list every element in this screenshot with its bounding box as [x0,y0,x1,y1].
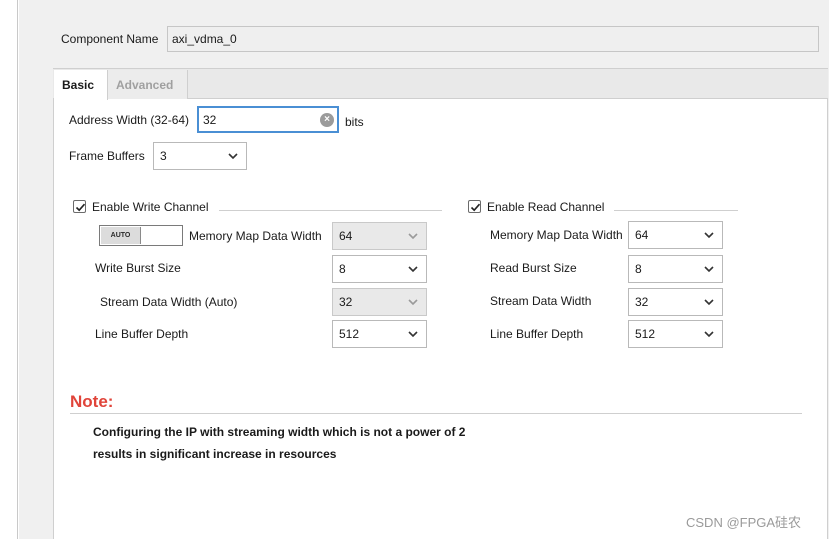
frame-buffers-value: 3 [160,149,167,163]
address-width-unit: bits [345,115,364,129]
write-line-buffer-label: Line Buffer Depth [95,327,189,341]
frame-buffers-label: Frame Buffers [69,149,145,163]
read-memory-map-value: 64 [635,228,649,242]
read-stream-label: Stream Data Width [490,294,592,308]
write-burst-value: 8 [339,262,346,276]
chevron-down-icon [704,264,714,274]
read-line-buffer-select[interactable]: 512 [628,320,723,348]
frame-buffers-select[interactable]: 3 [153,142,247,170]
chevron-down-icon [228,151,238,161]
read-burst-value: 8 [635,262,642,276]
write-burst-label: Write Burst Size [95,261,181,275]
write-channel-checkbox[interactable] [73,200,86,213]
read-channel-label: Enable Read Channel [487,200,605,214]
note-title: Note: [70,392,114,411]
write-memory-map-value: 64 [339,229,353,243]
checkmark-icon [470,203,481,212]
write-channel-divider [219,210,442,211]
address-width-value: 32 [203,113,217,127]
read-burst-select[interactable]: 8 [628,255,723,283]
clear-icon[interactable]: × [320,113,334,127]
read-stream-value: 32 [635,295,649,309]
checkmark-icon [75,203,86,212]
auto-toggle-knob: AUTO [101,227,141,244]
chevron-down-icon [704,329,714,339]
read-channel-checkbox[interactable] [468,200,481,213]
read-burst-label: Read Burst Size [490,261,577,275]
note-text-line-1: Configuring the IP with streaming width … [93,425,466,439]
read-line-buffer-value: 512 [635,327,656,341]
write-line-buffer-value: 512 [339,327,360,341]
write-channel-label: Enable Write Channel [92,200,209,214]
tab-basic[interactable]: Basic [54,70,108,100]
chevron-down-icon [704,297,714,307]
address-width-label: Address Width (32-64) [69,113,190,127]
read-memory-map-select[interactable]: 64 [628,221,723,249]
note-divider [70,413,802,414]
write-stream-value: 32 [339,295,353,309]
auto-toggle[interactable]: AUTO [99,225,183,246]
chevron-down-icon [408,297,418,307]
chevron-down-icon [408,264,418,274]
component-name-label: Component Name [61,32,159,46]
address-width-input[interactable]: 32 × [197,106,339,133]
chevron-down-icon [704,230,714,240]
read-stream-select[interactable]: 32 [628,288,723,316]
write-stream-label: Stream Data Width (Auto) [100,295,238,309]
read-memory-map-label: Memory Map Data Width [490,228,623,242]
note-text-line-2: results in significant increase in resou… [93,447,337,461]
component-name-field[interactable]: axi_vdma_0 [167,26,819,52]
read-line-buffer-label: Line Buffer Depth [490,327,584,341]
read-channel-divider [614,210,738,211]
chevron-down-icon [408,329,418,339]
write-memory-map-select: 64 [332,222,427,250]
write-memory-map-label: Memory Map Data Width [189,229,322,243]
component-name-value: axi_vdma_0 [172,32,237,46]
chevron-down-icon [408,231,418,241]
tab-advanced[interactable]: Advanced [108,70,188,99]
write-burst-select[interactable]: 8 [332,255,427,283]
write-stream-select: 32 [332,288,427,316]
write-line-buffer-select[interactable]: 512 [332,320,427,348]
left-panel [0,0,18,539]
watermark: CSDN @FPGA硅农 [686,515,802,530]
